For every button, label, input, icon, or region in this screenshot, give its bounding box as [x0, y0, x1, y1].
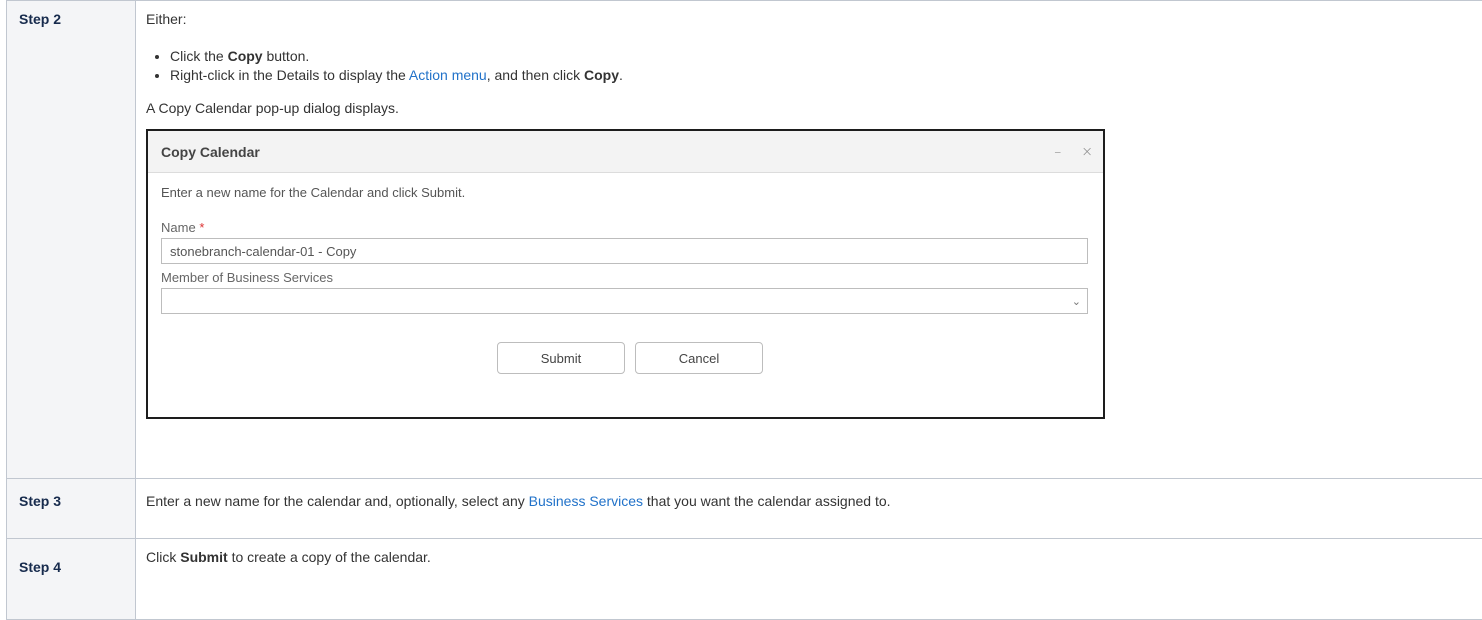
dialog-buttons: Submit Cancel — [170, 342, 1090, 374]
dialog-controls: – × — [1054, 144, 1093, 160]
result-text: A Copy Calendar pop-up dialog displays. — [146, 100, 1472, 116]
text: Click — [146, 549, 180, 565]
minimize-icon[interactable]: – — [1054, 144, 1061, 160]
text: Enter a new name for the calendar and, o… — [146, 493, 529, 509]
bold-text: Copy — [584, 67, 619, 83]
step-row: Step 4 Click Submit to create a copy of … — [7, 539, 1482, 620]
text: Right-click in the Details to display th… — [170, 67, 409, 83]
cancel-button[interactable]: Cancel — [635, 342, 763, 374]
text: button. — [263, 48, 310, 64]
step-content: Either: Click the Copy button. Right-cli… — [136, 1, 1482, 479]
close-icon[interactable]: × — [1081, 144, 1093, 160]
step-row: Step 3 Enter a new name for the calendar… — [7, 479, 1482, 539]
list-item: Right-click in the Details to display th… — [170, 67, 1472, 84]
name-label-text: Name — [161, 220, 196, 235]
text: to create a copy of the calendar. — [228, 549, 431, 565]
business-services-link[interactable]: Business Services — [529, 493, 643, 509]
bullet-list: Click the Copy button. Right-click in th… — [146, 48, 1472, 84]
step-label: Step 2 — [7, 1, 136, 479]
step-label: Step 3 — [7, 479, 136, 539]
business-services-select[interactable]: ⌄ — [161, 288, 1088, 314]
member-label: Member of Business Services — [161, 270, 1090, 285]
submit-button[interactable]: Submit — [497, 342, 625, 374]
dialog-body: Enter a new name for the Calendar and cl… — [148, 173, 1103, 374]
chevron-down-icon[interactable]: ⌄ — [1072, 295, 1081, 308]
steps-table: Step 2 Either: Click the Copy button. Ri… — [6, 0, 1482, 620]
step-label: Step 4 — [7, 539, 136, 620]
required-mark: * — [199, 220, 204, 235]
text: , and then click — [487, 67, 584, 83]
text: . — [619, 67, 623, 83]
step-content: Click Submit to create a copy of the cal… — [136, 539, 1482, 620]
step-intro: Either: — [146, 11, 1472, 27]
step-row: Step 2 Either: Click the Copy button. Ri… — [7, 1, 1482, 479]
name-label: Name * — [161, 220, 1090, 235]
step-content: Enter a new name for the calendar and, o… — [136, 479, 1482, 539]
text: Click the — [170, 48, 228, 64]
dialog-header: Copy Calendar – × — [148, 131, 1103, 173]
text: that you want the calendar assigned to. — [643, 493, 891, 509]
bold-text: Copy — [228, 48, 263, 64]
list-item: Click the Copy button. — [170, 48, 1472, 65]
name-input[interactable]: stonebranch-calendar-01 - Copy — [161, 238, 1088, 264]
bold-text: Submit — [180, 549, 227, 565]
dialog-title: Copy Calendar — [161, 144, 260, 160]
copy-calendar-dialog: Copy Calendar – × Enter a new name for t… — [146, 129, 1105, 419]
dialog-instruction: Enter a new name for the Calendar and cl… — [161, 185, 1090, 200]
action-menu-link[interactable]: Action menu — [409, 67, 487, 83]
